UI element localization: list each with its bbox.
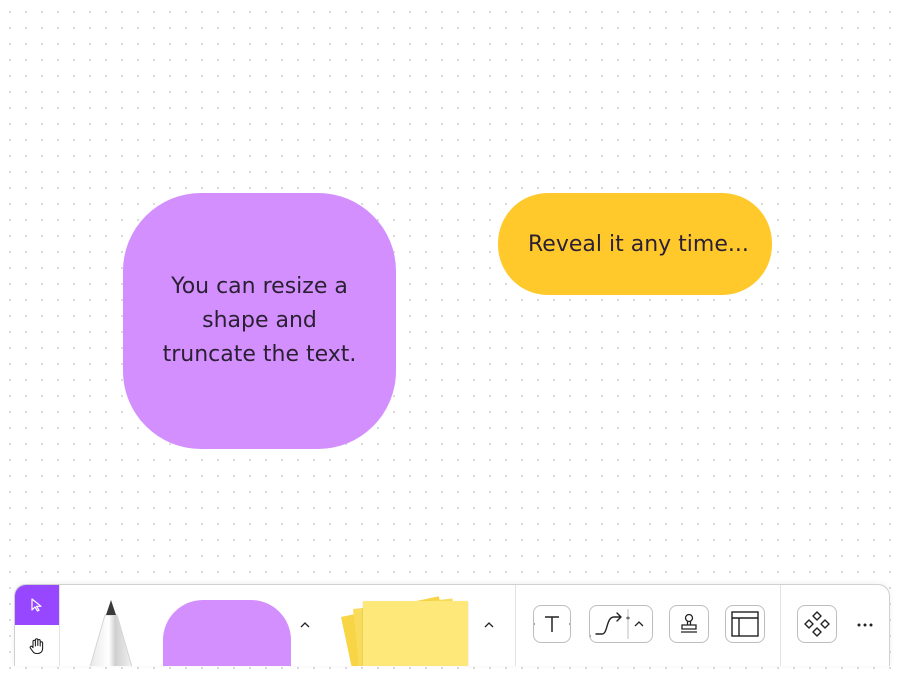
- components-tool[interactable]: [797, 605, 837, 643]
- more-button[interactable]: [851, 615, 879, 635]
- connector-tool[interactable]: [589, 605, 653, 643]
- chevron-up-icon: [484, 622, 494, 628]
- shape-text: Reveal it any time...: [528, 231, 749, 257]
- canvas[interactable]: You can resize a shape and truncate the …: [0, 0, 902, 676]
- pencil-tool[interactable]: [85, 597, 135, 666]
- shape-tool[interactable]: [163, 600, 291, 666]
- shape-options-button[interactable]: [295, 615, 315, 635]
- pencil-icon: [89, 600, 133, 666]
- toolbar-divider: [780, 585, 781, 666]
- hand-icon: [29, 638, 44, 655]
- chevron-up-icon: [300, 622, 310, 628]
- components-icon: [804, 611, 830, 637]
- sticky-options-button[interactable]: [479, 615, 499, 635]
- stamp-icon: [681, 613, 697, 633]
- toolbar-divider: [515, 585, 516, 666]
- bottom-toolbar: [14, 584, 890, 666]
- hand-mode-button[interactable]: [15, 626, 59, 666]
- sticky-note-tool[interactable]: [337, 596, 471, 666]
- text-tool[interactable]: [533, 605, 571, 643]
- more-icon: [857, 623, 873, 627]
- purple-rounded-shape[interactable]: You can resize a shape and truncate the …: [123, 193, 396, 449]
- yellow-rounded-shape[interactable]: Reveal it any time...: [498, 193, 772, 295]
- shape-text: You can resize a shape and truncate the …: [162, 274, 357, 367]
- connector-icon: [590, 609, 644, 639]
- section-tool[interactable]: [725, 605, 765, 643]
- cursor-icon: [31, 598, 42, 612]
- stamp-tool[interactable]: [669, 605, 709, 643]
- text-icon: [534, 616, 570, 632]
- select-mode-button[interactable]: [15, 585, 59, 625]
- mode-switcher: [15, 585, 60, 666]
- section-icon: [731, 611, 759, 637]
